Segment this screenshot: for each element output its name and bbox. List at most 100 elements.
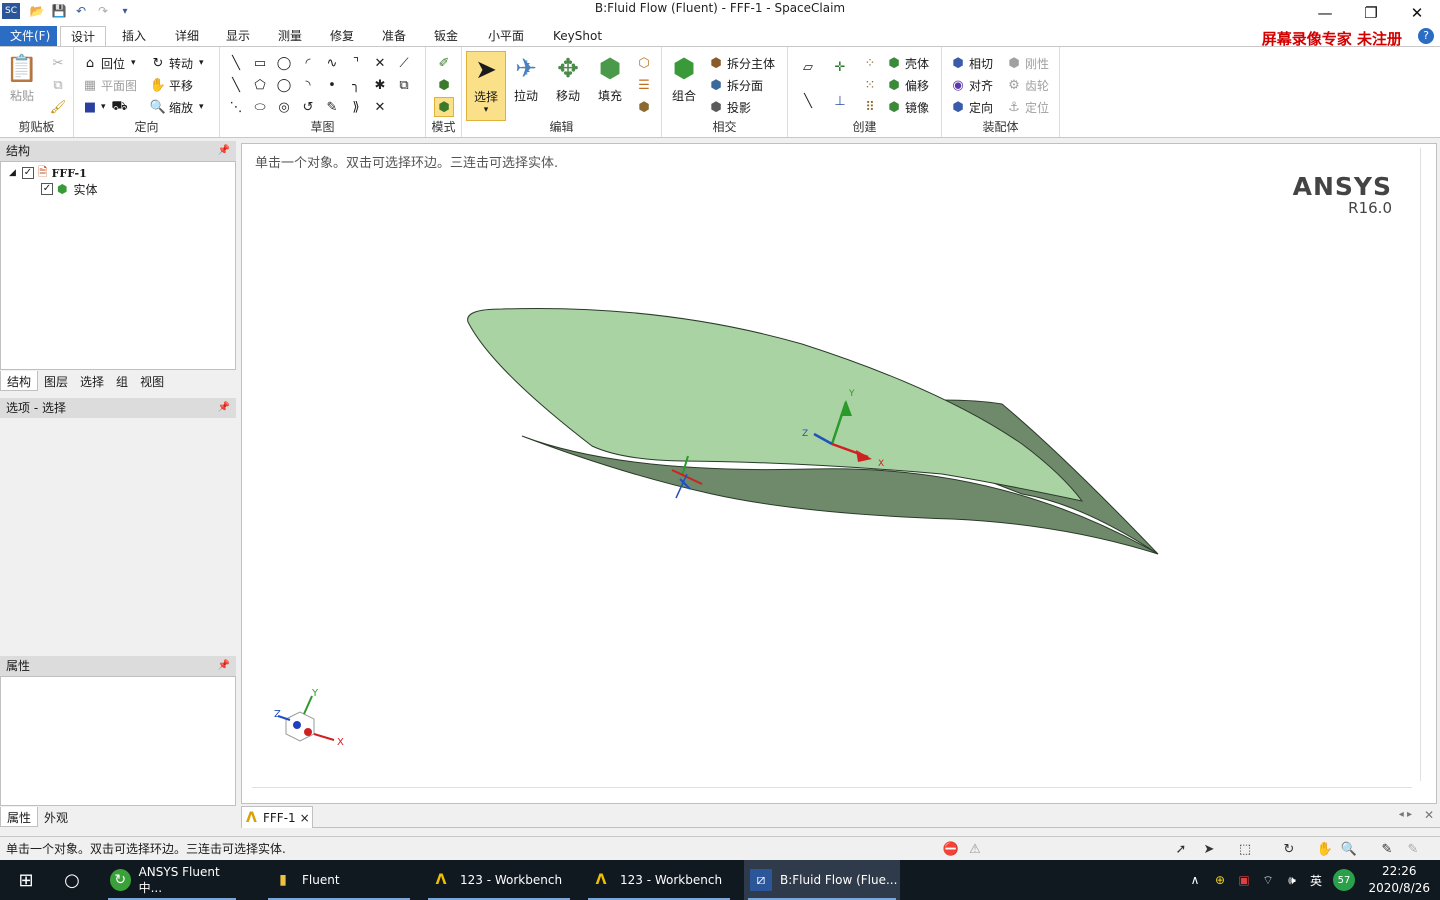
stop-icon[interactable]: ⛔ (942, 840, 960, 858)
construction-line-icon[interactable]: ⋱ (228, 99, 244, 115)
minimize-button[interactable]: — (1302, 0, 1348, 26)
tab-insert[interactable]: 插入 (112, 26, 156, 46)
split-body-button[interactable]: ⬢ 拆分主体 (708, 53, 775, 73)
trim-icon[interactable]: ✕ (372, 55, 388, 71)
gear-button[interactable]: ⚙ 齿轮 (1006, 75, 1049, 95)
copy-icon[interactable]: ⧉ (50, 77, 66, 93)
taskbar-item-fluent-launcher[interactable]: ↻ ANSYS Fluent 中... (104, 860, 240, 900)
origin-icon[interactable]: ✛ (832, 59, 848, 75)
taskbar-item-spaceclaim[interactable]: ⧄ B:Fluid Flow (Flue... (744, 860, 900, 900)
tab-repair[interactable]: 修复 (320, 26, 364, 46)
tab-properties[interactable]: 属性 (0, 807, 39, 827)
arc-three-point-icon[interactable]: ◎ (276, 99, 292, 115)
wifi-icon[interactable]: ⌔ (1258, 860, 1278, 900)
sweep-arc-icon[interactable]: ◝ (300, 77, 316, 93)
tab-detail[interactable]: 详细 (165, 26, 209, 46)
warning-icon[interactable]: ⚠ (966, 840, 984, 858)
orient-button[interactable]: ⬢ 定向 (950, 97, 993, 117)
sketch-mode-icon[interactable]: ✐ (436, 55, 452, 71)
tab-keyshot[interactable]: KeyShot (543, 26, 612, 46)
collapse-triangle-icon[interactable]: ◢ (9, 168, 16, 178)
tree-row-solid[interactable]: ✓ ⬢ 实体 (41, 181, 98, 197)
box-select-icon[interactable]: ⬚ (1236, 840, 1254, 858)
edit-tool-icon[interactable]: ✎ (1404, 840, 1422, 858)
project-button[interactable]: ⬢ 投影 (708, 97, 751, 117)
grid-pattern-icon[interactable]: ⠿ (862, 99, 878, 115)
tray-add-icon[interactable]: ⊕ (1210, 860, 1230, 900)
pin-icon[interactable]: 📌 (218, 398, 230, 418)
spline-icon[interactable]: ∿ (324, 55, 340, 71)
visibility-checkbox[interactable]: ✓ (41, 183, 53, 195)
orientation-cube-icon[interactable]: Y X Z (274, 688, 344, 748)
plane-icon[interactable]: ▱ (800, 59, 816, 75)
tab-scroll-arrows-icon[interactable]: ◂ ▸ (1399, 809, 1412, 820)
start-button[interactable]: ⊞ (12, 860, 40, 900)
polygon-icon[interactable]: ⬠ (252, 77, 268, 93)
tangent-button[interactable]: ⬢ 相切 (950, 53, 993, 73)
cut-icon[interactable]: ✂ (50, 55, 66, 71)
tab-selection[interactable]: 选择 (74, 371, 110, 391)
system-clock[interactable]: 22:26 2020/8/26 (1368, 863, 1430, 897)
paste-button[interactable]: 📋 粘贴 (6, 53, 38, 104)
pan-view-icon[interactable]: ✋ (1316, 840, 1334, 858)
viewport-vertical-scrollbar[interactable] (1420, 148, 1434, 781)
select-tool-icon[interactable]: ➚ (1172, 840, 1190, 858)
spin-view-icon[interactable]: ↻ (1280, 840, 1298, 858)
ime-indicator[interactable]: 英 (1306, 860, 1326, 900)
align-button[interactable]: ◉ 对齐 (950, 75, 993, 95)
linear-pattern-icon[interactable]: ⁘ (862, 55, 878, 71)
visibility-checkbox[interactable]: ✓ (21, 167, 34, 179)
tray-overflow-icon[interactable]: ∧ (1186, 860, 1204, 900)
home-button[interactable]: ⌂ 回位 ▾ (82, 53, 136, 73)
spin-button[interactable]: ↻ 转动 ▾ (150, 53, 204, 73)
pin-icon[interactable]: 📌 (218, 656, 230, 676)
section-mode-icon[interactable]: ⬢ (436, 77, 452, 93)
ellipse-icon[interactable]: ⬭ (252, 99, 268, 115)
pan-button[interactable]: ✋ 平移 (150, 75, 193, 95)
point-icon[interactable]: • (324, 77, 340, 93)
3d-viewport[interactable]: 单击一个对象。双击可选择环边。三连击可选择实体. ANSYS R16.0 Y X… (241, 143, 1437, 804)
tab-appearance[interactable]: 外观 (38, 807, 74, 827)
plan-view-button[interactable]: ▦ 平面图 (82, 75, 137, 95)
combine-button[interactable]: ⬢ 组合 (668, 53, 700, 104)
pull-button[interactable]: ✈ 拉动 (510, 53, 542, 104)
fillet-icon[interactable]: ╮ (348, 77, 364, 93)
taskbar-item-workbench-2[interactable]: Λ 123 - Workbench (584, 860, 734, 900)
shell-button[interactable]: ⬢ 壳体 (886, 53, 929, 73)
extend-icon[interactable]: ✱ (372, 77, 388, 93)
taskbar-item-fluent-folder[interactable]: ▮ Fluent (264, 860, 414, 900)
coordinate-system-icon[interactable]: ⊥ (832, 93, 848, 109)
tab-facets[interactable]: 小平面 (478, 26, 534, 46)
tree-row-root[interactable]: ◢ ✓ 🗎 FFF-1 (9, 165, 87, 181)
help-icon[interactable]: ? (1418, 28, 1434, 44)
document-tab-fff1[interactable]: Λ FFF-1 × (241, 806, 313, 828)
tab-structure[interactable]: 结构 (0, 371, 39, 391)
search-button[interactable]: ○ (58, 860, 86, 900)
fill-button[interactable]: ⬢ 填充 (594, 53, 626, 104)
tab-prepare[interactable]: 准备 (372, 26, 416, 46)
close-tab-icon[interactable]: × (300, 811, 310, 825)
3d-mode-icon[interactable]: ⬢ (434, 97, 454, 117)
sketch-tool-icon[interactable]: ✎ (1378, 840, 1396, 858)
project-curve-icon[interactable]: ⟫ (348, 99, 364, 115)
view-cube-button[interactable]: ■ ▾ ⛟ (82, 97, 131, 117)
pin-icon[interactable]: 📌 (218, 141, 230, 161)
replace-icon[interactable]: ☰ (636, 77, 652, 93)
tab-design[interactable]: 设计 (60, 26, 107, 47)
tab-file[interactable]: 文件(F) (0, 26, 57, 46)
axis-icon[interactable]: ╲ (800, 93, 816, 109)
rotate-arc-icon[interactable]: ↺ (300, 99, 316, 115)
circular-pattern-icon[interactable]: ⁙ (862, 77, 878, 93)
offset-button[interactable]: ⬢ 偏移 (886, 75, 929, 95)
arc-icon[interactable]: ◜ (300, 55, 316, 71)
line-icon[interactable]: ╲ (228, 55, 244, 71)
tray-badge[interactable]: 57 (1332, 860, 1356, 900)
three-point-circle-icon[interactable]: ◯ (276, 77, 292, 93)
zoom-view-icon[interactable]: 🔍 (1340, 840, 1358, 858)
tray-security-icon[interactable]: ▣ (1234, 860, 1254, 900)
tab-layers[interactable]: 图层 (38, 371, 74, 391)
viewport-horizontal-scrollbar[interactable] (252, 787, 1412, 801)
format-painter-icon[interactable]: 🖌 (50, 99, 67, 115)
select-button[interactable]: ➤ 选择 ▾ (466, 51, 506, 121)
pointer-icon[interactable]: ➤ (1200, 840, 1218, 858)
